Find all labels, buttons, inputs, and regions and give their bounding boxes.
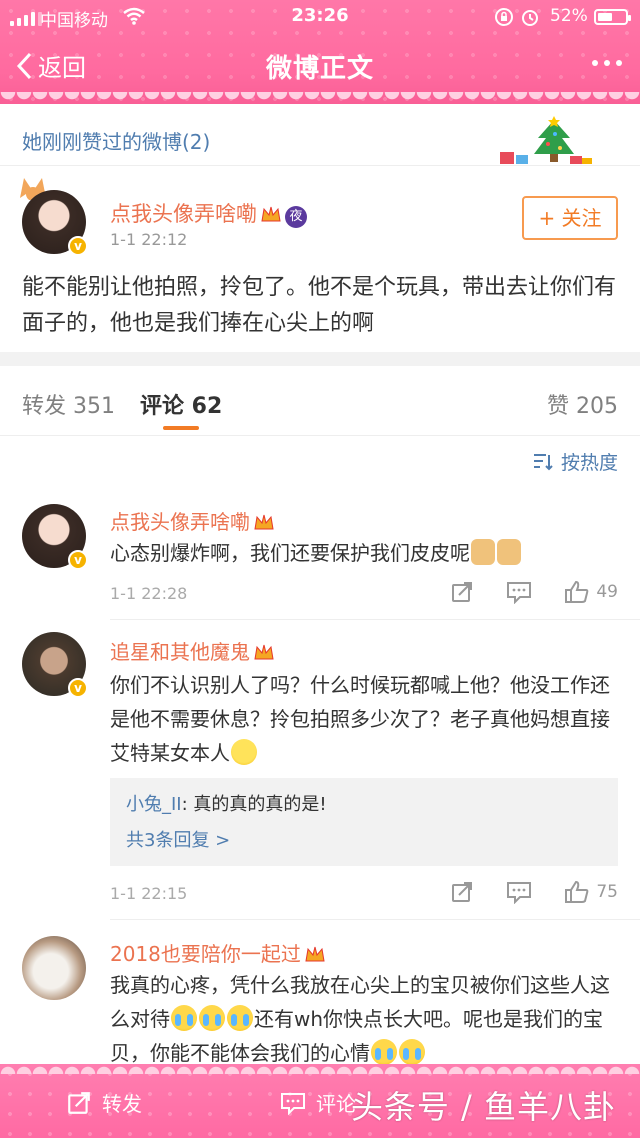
post-tabs: 转发 351 评论 62 赞 205: [0, 366, 640, 436]
night-badge-icon: 夜: [285, 206, 307, 228]
share-icon: [68, 1091, 90, 1114]
comment-item: 2018也要陪你一起过 我真的心疼，凭什么我放在心尖上的宝贝被你们这些人这么对待…: [0, 930, 640, 1064]
thumbs-up-icon: [565, 580, 589, 603]
battery-percent: 52%: [550, 6, 588, 26]
comment-text-body: 心态别爆炸啊，我们还要保护我们皮皮呢: [110, 541, 470, 565]
comment-item: v 追星和其他魔鬼 你们不认识别人了吗？什么时候玩都喊上他？他没工作还是他不需要…: [0, 628, 640, 920]
tab-comments[interactable]: 评论 62: [140, 388, 222, 420]
crown-icon: [254, 642, 274, 660]
top-bar: 中国移动 23:26 52% 返回 微博正文: [0, 0, 640, 104]
comment-icon: [281, 1092, 305, 1115]
battery-icon: [594, 9, 631, 25]
comment-divider: [110, 619, 640, 620]
share-icon: [452, 582, 473, 602]
post-text: 能不能别让他拍照，拎包了。他不是个玩具，带出去让你们有面子的，他也是我们捧在心尖…: [22, 275, 617, 336]
more-icon[interactable]: [592, 60, 622, 66]
bottom-action-bar: 转发 评论 头条号 / 鱼羊八卦: [0, 1064, 640, 1138]
post-time: 1-1 22:12: [110, 230, 188, 249]
smile-emoji-icon: [231, 739, 257, 765]
post-username-text: 点我头像弄啥嘞: [110, 202, 257, 226]
comment-actions: 75: [450, 880, 618, 904]
sort-label: 按热度: [560, 452, 618, 474]
sort-icon: [533, 453, 553, 470]
section-divider: [0, 352, 640, 366]
crying-emoji-icon: [371, 1039, 397, 1064]
verified-badge-icon: v: [68, 550, 88, 570]
reply-button[interactable]: [506, 580, 532, 604]
liked-header-text: 她刚刚赞过的微博(2): [22, 130, 211, 154]
comment-username[interactable]: 追星和其他魔鬼: [110, 636, 274, 665]
avatar[interactable]: [22, 936, 86, 1000]
reply-username[interactable]: 小兔_II: [126, 794, 182, 815]
crying-emoji-icon: [171, 1005, 197, 1031]
comment-username[interactable]: 点我头像弄啥嘞: [110, 506, 274, 535]
page-title: 微博正文: [265, 54, 374, 84]
comment-text: 我真的心疼，凭什么我放在心尖上的宝贝被你们这些人这么对待 还有wh你快点长大吧。呢…: [110, 968, 620, 1064]
flex-emoji-icon: [497, 539, 521, 565]
comment-username-text: 追星和其他魔鬼: [110, 640, 250, 664]
reply-text: : 真的真的真的是!: [181, 794, 327, 815]
follow-button[interactable]: + 关注: [522, 196, 618, 240]
comment-username[interactable]: 2018也要陪你一起过: [110, 938, 325, 967]
rotation-lock-icon: [494, 7, 514, 32]
like-button[interactable]: 49: [564, 580, 618, 604]
verified-badge-icon: v: [68, 236, 88, 256]
comment-text-body: 你们不认识别人了吗？什么时候玩都喊上他？他没工作还是他不需要休息？拎包拍照多少次…: [110, 673, 610, 765]
more-replies-link[interactable]: 共3条回复 >: [126, 826, 230, 852]
repost-button[interactable]: 转发: [66, 1088, 142, 1117]
like-button[interactable]: 75: [564, 880, 618, 904]
crying-emoji-icon: [199, 1005, 225, 1031]
reply-preview: 小兔_II: 真的真的真的是!: [126, 790, 327, 816]
comment-username-text: 点我头像弄啥嘞: [110, 510, 250, 534]
crying-emoji-icon: [399, 1039, 425, 1064]
share-button[interactable]: [450, 580, 474, 604]
tab-likes[interactable]: 赞 205: [547, 388, 618, 420]
top-bar-lace: [0, 92, 640, 104]
status-time: 23:26: [291, 5, 349, 26]
alarm-icon: [520, 7, 540, 32]
reply-box[interactable]: 小兔_II: 真的真的真的是! 共3条回复 >: [110, 778, 618, 866]
comment-divider: [110, 919, 640, 920]
comment-text: 心态别爆炸啊，我们还要保护我们皮皮呢: [110, 536, 620, 570]
comment-icon: [507, 882, 532, 904]
repost-label: 转发: [102, 1092, 142, 1116]
comment-text: 你们不认识别人了吗？什么时候玩都喊上他？他没工作还是他不需要休息？拎包拍照多少次…: [110, 668, 620, 770]
like-count: 49: [596, 582, 618, 602]
verified-badge-icon: v: [68, 678, 88, 698]
sort-button[interactable]: 按热度: [533, 448, 618, 475]
nav-bar: 返回 微博正文: [0, 38, 640, 92]
comment-icon: [507, 582, 532, 604]
share-button[interactable]: [450, 880, 474, 904]
tab-indicator: [163, 426, 199, 430]
crown-icon: [254, 512, 274, 530]
crown-icon: [261, 204, 281, 222]
crying-emoji-icon: [227, 1005, 253, 1031]
post-username[interactable]: 点我头像弄啥嘞 夜: [110, 198, 307, 228]
liked-header[interactable]: 她刚刚赞过的微博(2): [0, 112, 640, 166]
thumbs-up-icon: [565, 880, 589, 903]
comment-actions: 49: [450, 580, 618, 604]
comment-time: 1-1 22:15: [110, 884, 188, 903]
like-count: 75: [596, 882, 618, 902]
comment-item: v 点我头像弄啥嘞 心态别爆炸啊，我们还要保护我们皮皮呢 1-1 22:28 4…: [0, 500, 640, 620]
flex-emoji-icon: [471, 539, 495, 565]
christmas-tree-icon: [500, 116, 592, 164]
share-icon: [452, 882, 473, 902]
status-bar: 中国移动 23:26 52%: [0, 0, 640, 34]
weibo-post: v 点我头像弄啥嘞 夜 1-1 22:12 + 关注 能不能别让他拍照，拎包了。他…: [0, 166, 640, 352]
comment-button[interactable]: 评论: [280, 1088, 356, 1117]
comment-username-text: 2018也要陪你一起过: [110, 942, 301, 966]
tab-repost[interactable]: 转发 351: [22, 388, 115, 420]
reply-button[interactable]: [506, 880, 532, 904]
comment-time: 1-1 22:28: [110, 584, 188, 603]
watermark: 头条号 / 鱼羊八卦: [350, 1088, 616, 1126]
bottom-bar-lace: [0, 1064, 640, 1074]
crown-icon: [305, 944, 325, 962]
